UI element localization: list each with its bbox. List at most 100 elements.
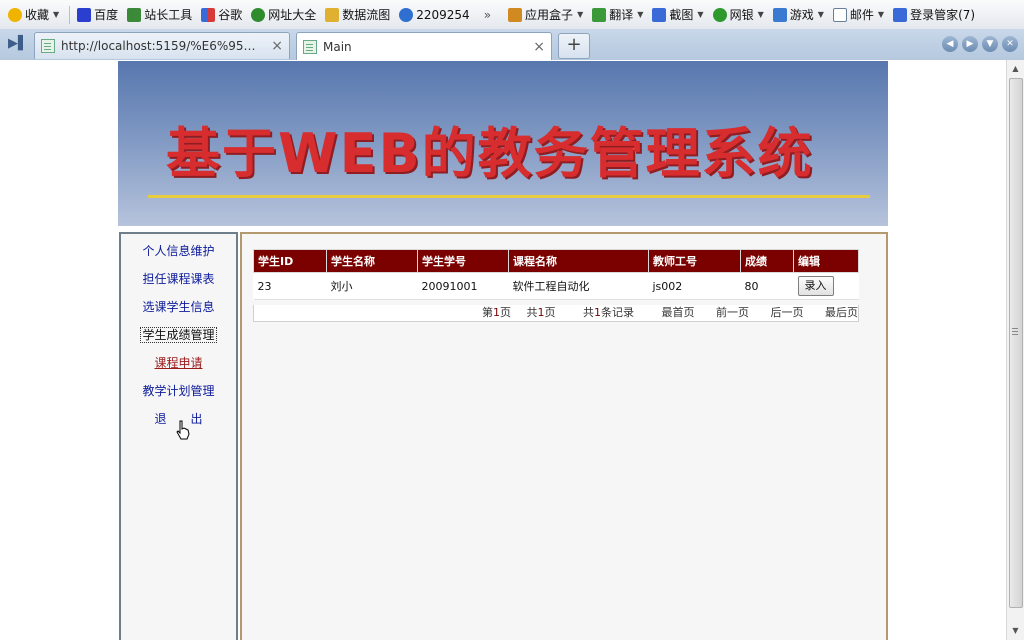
total-records: 共1条记录 [583, 306, 634, 319]
table-row: 23 刘小 20091001 软件工程自动化 js002 80 录入 [253, 272, 859, 300]
webpage-icon [127, 7, 142, 22]
tab-main[interactable]: Main × [296, 32, 552, 60]
cell-edit: 录入 [793, 272, 859, 300]
bookmark-label: 2209254 [416, 7, 470, 22]
bookmark-url-directory[interactable]: 网址大全 [248, 4, 319, 26]
tab-title: Main [323, 39, 352, 54]
tool-label: 截图 [669, 8, 694, 22]
cell-student-no: 20091001 [417, 272, 509, 300]
menu-course-schedule[interactable]: 担任课程课表 [121, 262, 236, 290]
col-score: 成绩 [740, 249, 794, 273]
tab-list-icon[interactable]: ▼ [982, 36, 998, 52]
cell-course-name: 软件工程自动化 [508, 272, 649, 300]
scroll-thumb[interactable] [1009, 78, 1023, 608]
game-icon [772, 7, 787, 22]
chevron-down-icon: ▼ [757, 10, 764, 19]
tool-label: 翻译 [609, 8, 634, 22]
menu-label: 教学计划管理 [142, 384, 215, 398]
bookmark-baidu[interactable]: 百度 [74, 4, 121, 26]
cell-student-name: 刘小 [326, 272, 418, 300]
ie-icon [399, 7, 414, 22]
menu-enrolled-students[interactable]: 选课学生信息 [121, 290, 236, 318]
total-suffix: 页 [544, 306, 556, 319]
tool-label: 游戏 [789, 8, 814, 22]
translate-icon [592, 7, 607, 22]
last-page-link[interactable]: 最后页 [825, 306, 858, 319]
more-bookmarks-button[interactable]: » [484, 8, 491, 22]
favorites-label: 收藏 [25, 8, 50, 22]
close-all-icon[interactable]: ✕ [1002, 36, 1018, 52]
tool-online-bank[interactable]: 网银 ▼ [710, 4, 767, 26]
prev-page-link[interactable]: 前一页 [716, 306, 749, 319]
close-icon[interactable]: × [271, 38, 283, 54]
bookmark-google[interactable]: 谷歌 [198, 4, 245, 26]
bookmark-label: 网址大全 [268, 8, 317, 22]
tool-translate[interactable]: 翻译 ▼ [589, 4, 646, 26]
enter-grade-button[interactable]: 录入 [797, 276, 834, 296]
menu-label: 选课学生信息 [142, 300, 215, 314]
banner: 基于WEB的教务管理系统 [118, 61, 888, 226]
banner-divider [148, 195, 870, 198]
tool-label: 登录管家(7) [910, 8, 976, 22]
back-icon[interactable]: ◀ [942, 36, 958, 52]
col-course-name: 课程名称 [508, 249, 649, 273]
tool-screenshot[interactable]: 截图 ▼ [649, 4, 706, 26]
tool-login-manager[interactable]: 登录管家(7) [890, 4, 978, 26]
tab-menu-icon[interactable]: ▶▌ [8, 37, 28, 51]
key-icon [893, 7, 908, 22]
star-icon [8, 7, 22, 22]
tool-label: 网银 [729, 8, 754, 22]
baidu-icon [77, 7, 92, 22]
total-prefix: 共 [526, 306, 538, 319]
page-prefix: 第 [482, 306, 493, 319]
tool-mail[interactable]: 邮件 ▼ [830, 4, 887, 26]
bookmark-label: 谷歌 [218, 8, 243, 22]
vertical-scrollbar[interactable]: ▲ ▼ [1006, 60, 1024, 640]
page-icon [303, 39, 317, 54]
bookmark-data-flow[interactable]: 数据流图 [322, 4, 393, 26]
menu-teaching-plan[interactable]: 教学计划管理 [121, 374, 236, 402]
tab-title: http://localhost:5159/%E6%95%9... [61, 39, 266, 53]
tool-label: 应用盒子 [525, 8, 574, 22]
total-number: 1 [537, 306, 545, 319]
table-header-row: 学生ID 学生名称 学生学号 课程名称 教师工号 成绩 编辑 [253, 249, 859, 273]
tab-strip: ▶▌ http://localhost:5159/%E6%95%9... × M… [0, 29, 1024, 61]
cell-teacher-no: js002 [648, 272, 741, 300]
page-indicator: 第1页 [482, 306, 511, 319]
screenshot-icon [652, 7, 667, 22]
menu-label: 担任课程课表 [142, 272, 215, 286]
scroll-up-icon[interactable]: ▲ [1009, 62, 1022, 76]
forward-icon[interactable]: ▶ [962, 36, 978, 52]
chevron-down-icon: ▼ [697, 10, 704, 19]
records-suffix: 条记录 [601, 306, 634, 319]
menu-grade-management[interactable]: 学生成绩管理 [121, 318, 236, 346]
page-suffix: 页 [500, 306, 511, 319]
folder-icon [325, 7, 340, 22]
tab-localhost[interactable]: http://localhost:5159/%E6%95%9... × [34, 32, 290, 59]
menu-course-application[interactable]: 课程申请 [121, 346, 236, 374]
bookmark-2209254[interactable]: 2209254 [396, 4, 472, 26]
tool-games[interactable]: 游戏 ▼ [770, 4, 827, 26]
next-page-link[interactable]: 后一页 [771, 306, 804, 319]
records-prefix: 共 [583, 306, 594, 319]
chevron-down-icon: ▼ [637, 10, 644, 19]
menu-personal-info[interactable]: 个人信息维护 [121, 234, 236, 262]
bookmark-webmaster-tools[interactable]: 站长工具 [124, 4, 195, 26]
menu-label: 个人信息维护 [142, 244, 215, 258]
chevron-down-icon: ▼ [877, 10, 885, 19]
col-teacher-no: 教师工号 [648, 249, 741, 273]
google-icon [201, 7, 216, 22]
total-pages: 共1页 [527, 306, 556, 319]
tool-app-box[interactable]: 应用盒子 ▼ [505, 4, 586, 26]
close-icon[interactable]: × [533, 39, 545, 55]
cell-student-id: 23 [253, 272, 327, 300]
new-tab-button[interactable]: + [558, 33, 590, 59]
main-panel: 学生ID 学生名称 学生学号 课程名称 教师工号 成绩 编辑 23 刘小 200… [240, 232, 888, 640]
bank-icon [712, 7, 727, 22]
first-page-link[interactable]: 最首页 [662, 306, 695, 319]
bookmark-label: 百度 [94, 8, 119, 22]
favorites-menu[interactable]: 收藏 ▼ [5, 4, 62, 26]
menu-label: 课程申请 [154, 356, 203, 370]
chevron-down-icon: ▼ [577, 10, 584, 19]
scroll-down-icon[interactable]: ▼ [1009, 624, 1022, 638]
